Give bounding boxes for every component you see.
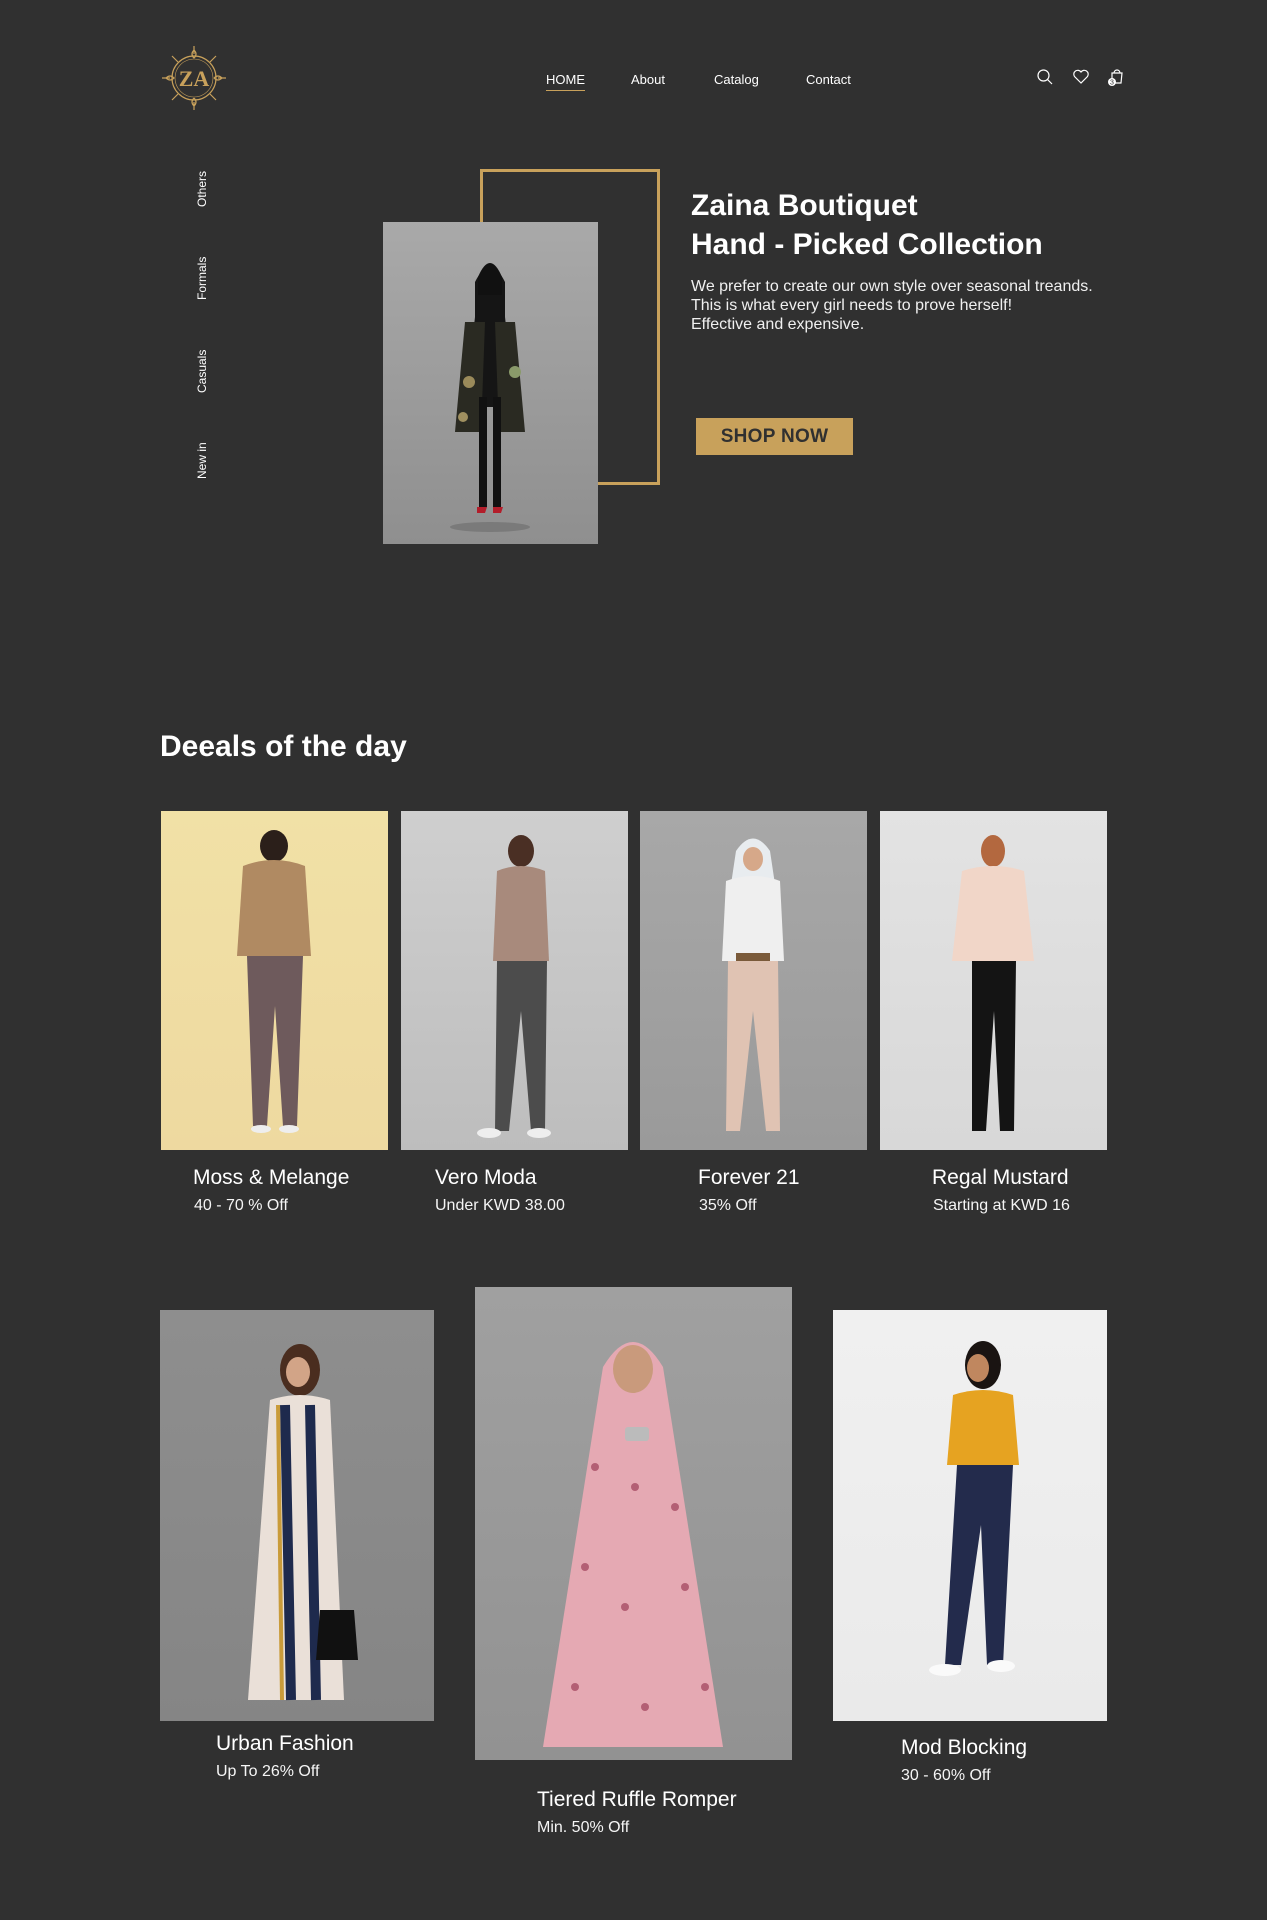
deal-offer: Under KWD 38.00 bbox=[435, 1197, 565, 1214]
hero-title-line2: Hand - Picked Collection bbox=[691, 228, 1043, 261]
cart-count: 3 bbox=[1110, 80, 1114, 87]
deal-offer: Min. 50% Off bbox=[537, 1819, 630, 1836]
hero-description: We prefer to create our own style over s… bbox=[691, 277, 1121, 334]
cart-icon[interactable]: 3 bbox=[1106, 68, 1124, 87]
logo-text: ZA bbox=[179, 66, 210, 91]
deal-card-photo[interactable] bbox=[833, 1310, 1107, 1721]
hero-desc-line3: Effective and expensive. bbox=[691, 316, 865, 333]
deal-card-photo[interactable] bbox=[475, 1287, 792, 1760]
deal-offer: 40 - 70 % Off bbox=[194, 1197, 288, 1214]
hero-desc-line1: We prefer to create our own style over s… bbox=[691, 278, 1093, 295]
deal-offer: 35% Off bbox=[699, 1197, 757, 1214]
deal-name[interactable]: Tiered Ruffle Romper bbox=[537, 1788, 737, 1812]
deal-card-photo[interactable] bbox=[161, 811, 388, 1150]
side-nav-new-in[interactable]: New in bbox=[195, 442, 209, 479]
deal-name[interactable]: Urban Fashion bbox=[216, 1732, 354, 1756]
deal-name[interactable]: Forever 21 bbox=[698, 1166, 800, 1190]
deal-card-photo[interactable] bbox=[880, 811, 1107, 1150]
shop-now-button[interactable]: SHOP NOW bbox=[696, 418, 853, 455]
hero-title: Zaina Boutiquet Hand - Picked Collection bbox=[691, 186, 1043, 264]
deals-section-title: Deeals of the day bbox=[160, 730, 407, 763]
brand-logo[interactable]: ZA bbox=[160, 44, 228, 112]
deal-name[interactable]: Mod Blocking bbox=[901, 1736, 1027, 1760]
side-nav-formals[interactable]: Formals bbox=[195, 257, 209, 300]
deal-name[interactable]: Moss & Melange bbox=[193, 1166, 349, 1190]
nav-contact[interactable]: Contact bbox=[806, 72, 851, 87]
deal-card-photo[interactable] bbox=[401, 811, 628, 1150]
deal-offer: 30 - 60% Off bbox=[901, 1767, 991, 1784]
deal-name[interactable]: Vero Moda bbox=[435, 1166, 537, 1190]
nav-home[interactable]: HOME bbox=[546, 72, 585, 91]
hero-desc-line2: This is what every girl needs to prove h… bbox=[691, 297, 1013, 314]
deal-name[interactable]: Regal Mustard bbox=[932, 1166, 1069, 1190]
search-icon[interactable] bbox=[1036, 68, 1054, 86]
side-nav-others[interactable]: Others bbox=[195, 171, 209, 207]
deal-card-photo[interactable] bbox=[160, 1310, 434, 1721]
deal-offer: Starting at KWD 16 bbox=[933, 1197, 1070, 1214]
heart-icon[interactable] bbox=[1072, 68, 1090, 86]
side-nav-casuals[interactable]: Casuals bbox=[195, 350, 209, 393]
nav-catalog[interactable]: Catalog bbox=[714, 72, 759, 87]
deal-card-photo[interactable] bbox=[640, 811, 867, 1150]
nav-about[interactable]: About bbox=[631, 72, 665, 87]
hero-model-photo bbox=[383, 222, 598, 544]
logo-emblem-icon: ZA bbox=[162, 46, 226, 110]
hero-title-line1: Zaina Boutiquet bbox=[691, 189, 918, 222]
deal-offer: Up To 26% Off bbox=[216, 1763, 320, 1780]
